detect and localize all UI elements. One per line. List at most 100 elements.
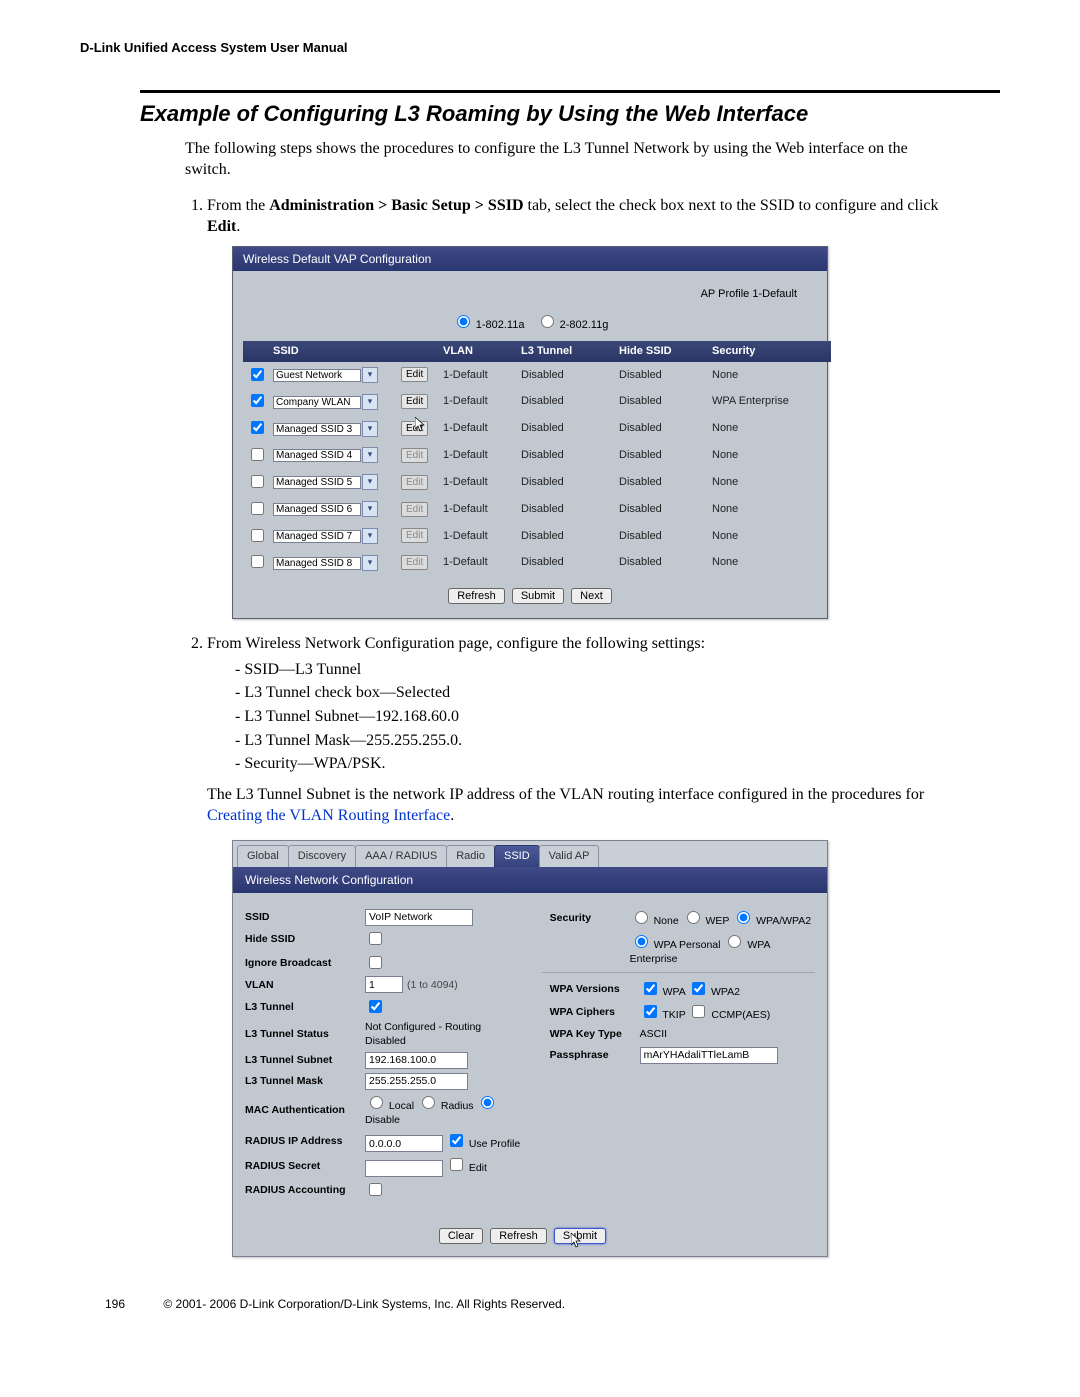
edit-button: Edit	[401, 448, 428, 463]
ssid-field[interactable]	[273, 530, 361, 543]
ver-wpa2[interactable]: WPA2	[688, 986, 740, 998]
row-checkbox[interactable]	[251, 421, 264, 434]
copyright-text: © 2001- 2006 D-Link Corporation/D-Link S…	[163, 1297, 565, 1311]
clear-button[interactable]: Clear	[439, 1228, 483, 1244]
row-checkbox[interactable]	[251, 555, 264, 568]
radius-ip-input[interactable]	[365, 1135, 443, 1152]
sec-personal[interactable]: WPA Personal	[630, 939, 721, 951]
ssid-field[interactable]	[273, 476, 361, 489]
macauth-radius[interactable]: Radius	[417, 1100, 474, 1112]
row-checkbox[interactable]	[251, 448, 264, 461]
table-row: ▾Edit1-DefaultDisabledDisabledNone	[243, 362, 831, 389]
l3-status-value: Not Configured - Routing Disabled	[365, 1020, 524, 1048]
chevron-down-icon[interactable]: ▾	[362, 367, 378, 383]
radius-accounting-checkbox[interactable]	[369, 1183, 382, 1196]
submit-button[interactable]: Submit	[512, 588, 564, 604]
chevron-down-icon[interactable]: ▾	[362, 447, 378, 463]
step-2: From Wireless Network Configuration page…	[207, 633, 940, 1257]
sec-wpa[interactable]: WPA/WPA2	[732, 915, 811, 927]
edit-button: Edit	[401, 555, 428, 570]
screenshot-vap-config: Wireless Default VAP Configuration AP Pr…	[232, 246, 828, 619]
l3-subnet-input[interactable]	[365, 1052, 468, 1069]
tab-valid-ap[interactable]: Valid AP	[539, 845, 600, 867]
intro-text: The following steps shows the procedures…	[185, 139, 940, 181]
edit-button[interactable]: Edit	[401, 394, 428, 409]
screenshot-wireless-config: GlobalDiscoveryAAA / RADIUSRadioSSIDVali…	[232, 840, 828, 1256]
macauth-local[interactable]: Local	[365, 1100, 414, 1112]
vlan-routing-link[interactable]: Creating the VLAN Routing Interface	[207, 807, 450, 824]
sec-none[interactable]: None	[630, 915, 679, 927]
tab-aaa-radius[interactable]: AAA / RADIUS	[355, 845, 447, 867]
list-item: L3 Tunnel Subnet—192.168.60.0	[235, 706, 940, 728]
section-rule	[140, 90, 1000, 93]
ssid-field[interactable]	[273, 369, 361, 382]
use-profile-checkbox[interactable]: Use Profile	[446, 1138, 520, 1150]
table-row: ▾Edit1-DefaultDisabledDisabledNone	[243, 523, 831, 550]
cursor-icon	[415, 417, 427, 433]
ignore-broadcast-checkbox[interactable]	[369, 956, 382, 969]
list-item: Security—WPA/PSK.	[235, 753, 940, 775]
cipher-tkip[interactable]: TKIP	[640, 1009, 686, 1021]
keytype-value: ASCII	[640, 1027, 815, 1041]
ver-wpa[interactable]: WPA	[640, 986, 685, 998]
list-item: L3 Tunnel check box—Selected	[235, 682, 940, 704]
chevron-down-icon[interactable]: ▾	[362, 555, 378, 571]
table-row: ▾Edit1-DefaultDisabledDisabledNone	[243, 469, 831, 496]
tab-radio[interactable]: Radio	[446, 845, 495, 867]
hide-ssid-checkbox[interactable]	[369, 932, 382, 945]
list-item: L3 Tunnel Mask—255.255.255.0.	[235, 730, 940, 752]
tab-global[interactable]: Global	[237, 845, 289, 867]
ssid-field[interactable]	[273, 449, 361, 462]
edit-button: Edit	[401, 475, 428, 490]
table-row: ▾Edit1-DefaultDisabledDisabledNone	[243, 496, 831, 523]
row-checkbox[interactable]	[251, 502, 264, 515]
config-tabs: GlobalDiscoveryAAA / RADIUSRadioSSIDVali…	[233, 841, 827, 867]
ssid-field[interactable]	[273, 396, 361, 409]
table-row: ▾Edit1-DefaultDisabledDisabledNone	[243, 549, 831, 576]
ap-profile-label: AP Profile 1-Default	[243, 281, 817, 312]
l3-tunnel-checkbox[interactable]	[369, 1000, 382, 1013]
row-checkbox[interactable]	[251, 394, 264, 407]
l3-mask-input[interactable]	[365, 1073, 468, 1090]
chevron-down-icon[interactable]: ▾	[362, 421, 378, 437]
chevron-down-icon[interactable]: ▾	[362, 474, 378, 490]
ssid-field[interactable]	[273, 423, 361, 436]
ssid-field[interactable]	[273, 557, 361, 570]
section-title: Example of Configuring L3 Roaming by Usi…	[140, 101, 1000, 127]
chevron-down-icon[interactable]: ▾	[362, 528, 378, 544]
vap-title: Wireless Default VAP Configuration	[233, 247, 827, 271]
sec-wep[interactable]: WEP	[682, 915, 730, 927]
step-1: From the Administration > Basic Setup > …	[207, 195, 940, 620]
table-row: ▾Edit1-DefaultDisabledDisabledNone	[243, 415, 831, 442]
tab-ssid[interactable]: SSID	[494, 845, 540, 867]
page-number: 196	[105, 1297, 160, 1311]
table-row: ▾Edit1-DefaultDisabledDisabledWPA Enterp…	[243, 388, 831, 415]
list-item: SSID—L3 Tunnel	[235, 659, 940, 681]
edit-button: Edit	[401, 528, 428, 543]
row-checkbox[interactable]	[251, 529, 264, 542]
chevron-down-icon[interactable]: ▾	[362, 501, 378, 517]
refresh-button-2[interactable]: Refresh	[490, 1228, 547, 1244]
radius-secret-input[interactable]	[365, 1160, 443, 1177]
cipher-ccmp[interactable]: CCMP(AES)	[688, 1009, 770, 1021]
manual-header: D-Link Unified Access System User Manual	[80, 40, 1000, 55]
radio-80211a[interactable]: 1-802.11a	[452, 319, 525, 331]
passphrase-input[interactable]	[640, 1047, 778, 1064]
tab-discovery[interactable]: Discovery	[288, 845, 356, 867]
vap-table-header: SSID VLAN L3 Tunnel Hide SSID Security	[243, 341, 831, 362]
table-row: ▾Edit1-DefaultDisabledDisabledNone	[243, 442, 831, 469]
secret-edit-checkbox[interactable]: Edit	[446, 1162, 487, 1174]
row-checkbox[interactable]	[251, 368, 264, 381]
edit-button[interactable]: Edit	[401, 367, 428, 382]
ssid-field[interactable]	[273, 503, 361, 516]
next-button[interactable]: Next	[571, 588, 612, 604]
radio-80211g[interactable]: 2-802.11g	[536, 319, 609, 331]
refresh-button[interactable]: Refresh	[448, 588, 505, 604]
chevron-down-icon[interactable]: ▾	[362, 394, 378, 410]
cursor-icon	[571, 1233, 583, 1249]
edit-button: Edit	[401, 502, 428, 517]
row-checkbox[interactable]	[251, 475, 264, 488]
vlan-input[interactable]	[365, 976, 403, 993]
wireless-config-title: Wireless Network Configuration	[233, 867, 827, 893]
ssid-input[interactable]	[365, 909, 473, 926]
